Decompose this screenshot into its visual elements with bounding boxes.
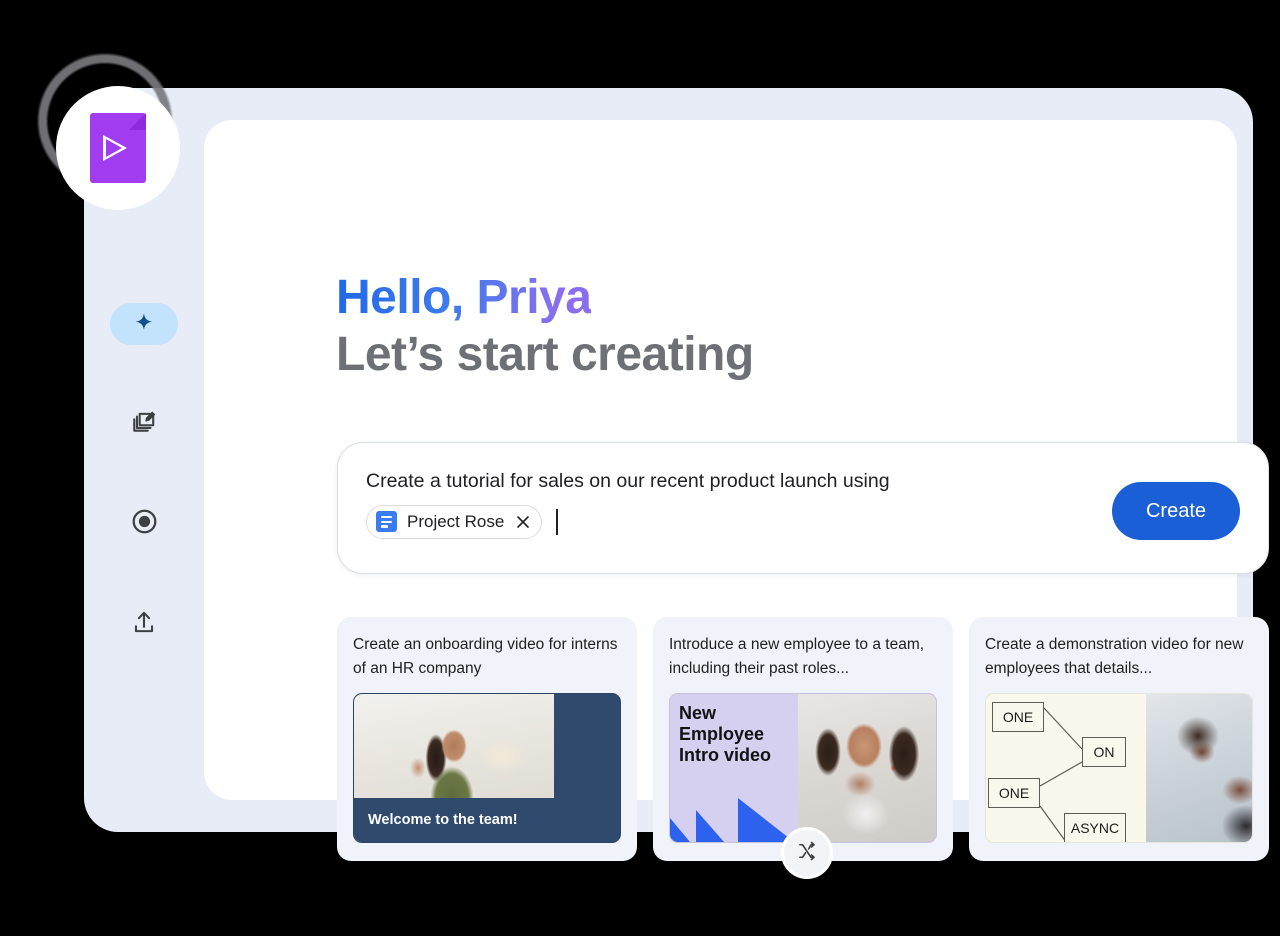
suggestion-card[interactable]: Create an onboarding video for interns o… (337, 617, 637, 861)
greeting-subtitle: Let’s start creating (336, 327, 754, 384)
record-icon (131, 508, 158, 540)
edit-image-icon (131, 409, 157, 440)
card-title: Introduce a new employee to a team, incl… (669, 633, 937, 681)
card-thumbnail: Welcome to the team! (353, 693, 621, 843)
create-button[interactable]: Create (1112, 482, 1240, 540)
prompt-chip-row: Project Rose (366, 505, 1112, 539)
sidebar-item-upload[interactable] (110, 603, 178, 645)
diagram-box: ONE (992, 702, 1044, 732)
diagram-box: ASYNC (1064, 813, 1126, 843)
triangle-decoration (670, 818, 690, 842)
attachment-chip-project-rose[interactable]: Project Rose (366, 505, 542, 539)
close-icon[interactable] (515, 514, 531, 530)
play-triangle-icon (103, 135, 127, 161)
page-title: Hello, Priya Let’s start creating (336, 270, 754, 383)
prompt-input-box[interactable]: Create a tutorial for sales on our recen… (337, 442, 1269, 574)
suggestion-cards: Create an onboarding video for interns o… (337, 617, 1269, 861)
sidebar-item-create[interactable] (110, 303, 178, 345)
logo-badge (12, 28, 198, 214)
triangle-decoration (696, 810, 724, 842)
card-title: Create an onboarding video for interns o… (353, 633, 621, 681)
card-title: Create a demonstration video for new emp… (985, 633, 1253, 681)
main-content-panel: Hello, Priya Let’s start creating Create… (204, 120, 1237, 800)
thumbnail-caption: Welcome to the team! (354, 798, 620, 842)
sparkle-icon (133, 311, 155, 338)
diagram-box: ONE (988, 778, 1040, 808)
sidebar-item-record[interactable] (110, 503, 178, 545)
logo-circle[interactable] (56, 86, 180, 210)
suggestion-card[interactable]: Introduce a new employee to a team, incl… (653, 617, 953, 861)
app-window: Hello, Priya Let’s start creating Create… (84, 88, 1253, 832)
sidebar-item-edit[interactable] (110, 403, 178, 445)
thumbnail-title-text: New Employee Intro video (679, 703, 798, 767)
upload-icon (131, 609, 157, 640)
card-thumbnail: ONE ON ONE ASYNC (985, 693, 1253, 843)
greeting-hello: Hello, Priya (336, 271, 591, 324)
thumbnail-photo (1146, 694, 1252, 842)
prompt-text: Create a tutorial for sales on our recen… (366, 469, 1112, 495)
suggestion-card[interactable]: Create a demonstration video for new emp… (969, 617, 1269, 861)
card-thumbnail: New Employee Intro video (669, 693, 937, 843)
triangle-decoration (738, 798, 794, 842)
thumbnail-photo (798, 694, 936, 842)
shuffle-suggestions-button[interactable] (781, 827, 833, 879)
chip-label: Project Rose (407, 512, 504, 532)
thumbnail-diagram: ONE ON ONE ASYNC (986, 694, 1146, 842)
shuffle-icon (797, 841, 817, 866)
video-document-play-icon (90, 113, 146, 183)
google-docs-icon (376, 511, 397, 532)
diagram-box: ON (1082, 737, 1126, 767)
text-caret (556, 509, 558, 535)
thumbnail-title-panel: New Employee Intro video (670, 694, 798, 842)
prompt-text-area[interactable]: Create a tutorial for sales on our recen… (338, 443, 1112, 539)
